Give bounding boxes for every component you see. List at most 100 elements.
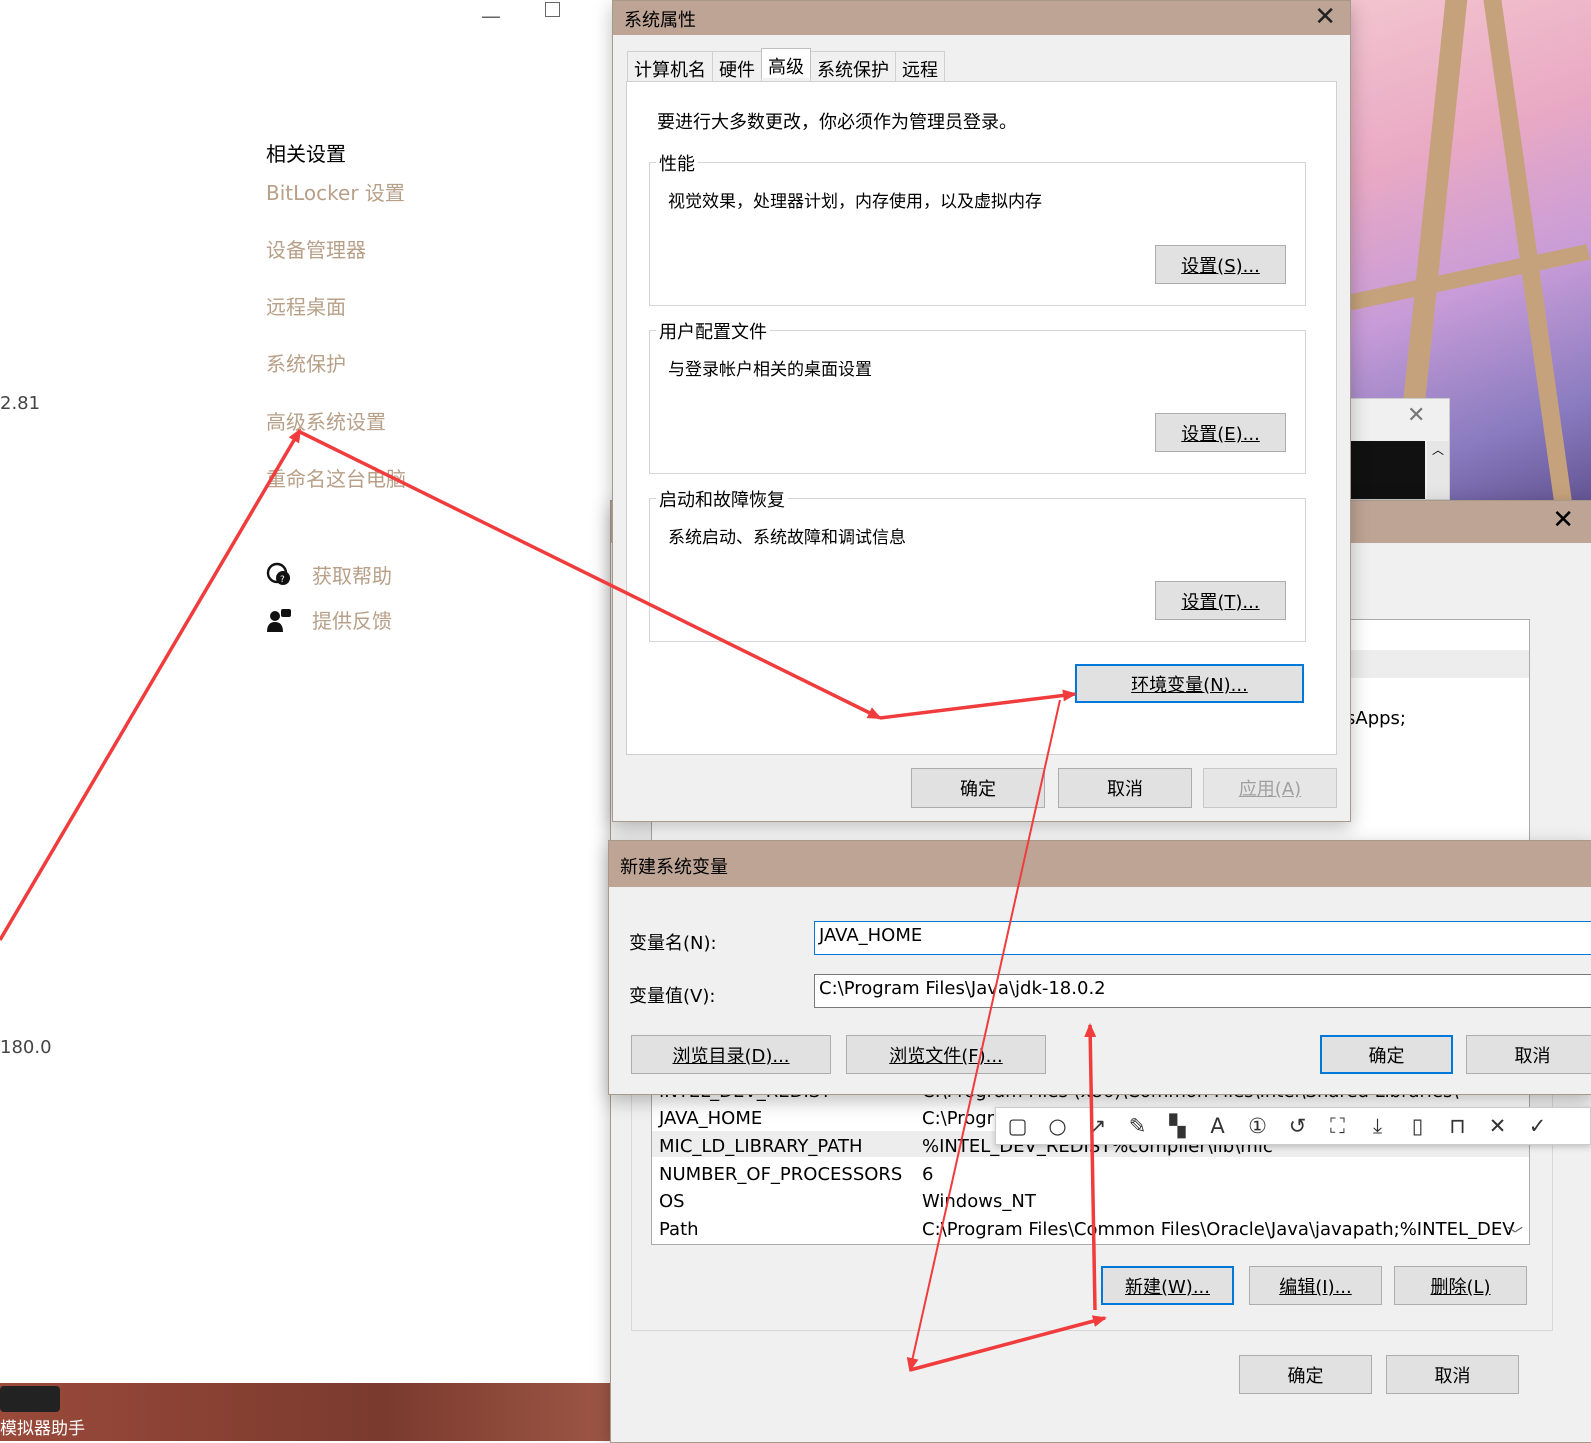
user-profiles-label: 用户配置文件 [656, 318, 770, 344]
advanced-system-settings-link[interactable]: 高级系统设置 [266, 406, 386, 435]
feedback-link[interactable]: 提供反馈 [266, 605, 392, 634]
env-cancel-button[interactable]: 取消 [1386, 1355, 1519, 1394]
system-properties-dialog: 系统属性 ✕ 计算机名 硬件 高级 系统保护 远程 要进行大多数更改，你必须作为… [612, 0, 1351, 822]
performance-group: 性能 视觉效果，处理器计划，内存使用，以及虚拟内存 设置(S)... [649, 150, 1306, 306]
edit-variable-button[interactable]: 编辑(I)... [1249, 1266, 1382, 1305]
app-icon[interactable] [0, 1386, 60, 1412]
environment-variables-button[interactable]: 环境变量(N)... [1075, 664, 1304, 703]
environment-variables-label: 环境变量(N)... [1131, 674, 1248, 696]
text-icon[interactable]: A [1204, 1114, 1231, 1138]
table-cell: C:\Progra [922, 1108, 1006, 1129]
tab-computer-name[interactable]: 计算机名 [627, 51, 713, 81]
edit-variable-label: 编辑(I)... [1279, 1276, 1352, 1298]
taskbar [0, 1383, 640, 1441]
browse-directory-button[interactable]: 浏览目录(D)... [631, 1035, 831, 1074]
side-value: 180.0 [0, 1037, 52, 1058]
background-window: ✕ ︿ [1340, 398, 1450, 500]
dialog-title: 系统属性 [624, 10, 696, 31]
variable-name-input[interactable]: JAVA_HOME [814, 921, 1591, 955]
apply-label: 应用(A) [1238, 779, 1302, 800]
dialog-body: 变量名(N): JAVA_HOME 变量值(V): C:\Program Fil… [609, 887, 1591, 1094]
undo-icon[interactable]: ↺ [1284, 1114, 1311, 1138]
new-var-cancel-button[interactable]: 取消 [1466, 1035, 1591, 1074]
startup-recovery-desc: 系统启动、系统故障和调试信息 [668, 528, 906, 548]
table-row[interactable]: MIC_LD_LIBRARY_PATH [659, 1136, 863, 1157]
variable-value-label: 变量值(V): [629, 986, 716, 1007]
cancel-button[interactable]: 取消 [1058, 768, 1192, 808]
bitlocker-link[interactable]: BitLocker 设置 [266, 177, 405, 206]
table-row[interactable]: NUMBER_OF_PROCESSORS [659, 1164, 902, 1185]
rectangle-icon[interactable]: ▢ [1004, 1114, 1031, 1138]
browse-file-label: 浏览文件(F)... [889, 1045, 1003, 1067]
download-icon[interactable]: ⤓ [1364, 1114, 1391, 1139]
close-icon[interactable]: ✕ [1552, 505, 1574, 535]
scroll-down-icon[interactable]: ﹀ [1507, 1221, 1523, 1244]
tab-system-protection[interactable]: 系统保护 [810, 51, 896, 81]
admin-note: 要进行大多数更改，你必须作为管理员登录。 [657, 112, 1017, 133]
startup-recovery-label: 启动和故障恢复 [656, 486, 788, 512]
tab-remote[interactable]: 远程 [895, 51, 945, 81]
new-var-ok-button[interactable]: 确定 [1320, 1035, 1453, 1074]
user-profiles-desc: 与登录帐户相关的桌面设置 [668, 360, 872, 380]
startup-recovery-settings-button[interactable]: 设置(T)... [1155, 581, 1286, 620]
tab-hardware[interactable]: 硬件 [712, 51, 762, 81]
pin-icon[interactable]: ▯ [1404, 1114, 1431, 1138]
env-ok-button[interactable]: 确定 [1239, 1355, 1372, 1394]
pen-icon[interactable]: ✎ [1124, 1114, 1151, 1138]
help-chat-icon: ? [266, 562, 290, 585]
list-value: sApps; [1346, 708, 1406, 729]
table-cell: 6 [922, 1164, 934, 1185]
system-variables-list[interactable]: INTEL_DEV_REDIST C:\Program Files (x86)\… [651, 1078, 1530, 1245]
rename-pc-link[interactable]: 重命名这台电脑 [266, 463, 406, 492]
console-area [1341, 441, 1425, 499]
svg-text:?: ? [280, 575, 285, 585]
table-row[interactable]: OS [659, 1191, 685, 1212]
delete-variable-label: 删除(L) [1430, 1276, 1491, 1298]
browse-file-button[interactable]: 浏览文件(F)... [846, 1035, 1046, 1074]
tab-strip: 计算机名 硬件 高级 系统保护 远程 [627, 48, 945, 81]
bookmark-icon[interactable]: ⊓ [1444, 1114, 1471, 1138]
number-icon[interactable]: ① [1244, 1114, 1271, 1138]
new-system-variable-dialog: 新建系统变量 变量名(N): JAVA_HOME 变量值(V): C:\Prog… [608, 840, 1591, 1095]
table-row[interactable]: JAVA_HOME [659, 1108, 762, 1129]
close-icon[interactable]: ✕ [1407, 403, 1425, 428]
scrollbar[interactable]: ︿ [1427, 441, 1449, 499]
related-settings-title: 相关设置 [266, 142, 346, 166]
device-manager-link[interactable]: 设备管理器 [266, 234, 366, 263]
delete-variable-button[interactable]: 删除(L) [1394, 1266, 1527, 1305]
get-help-label: 获取帮助 [312, 564, 392, 588]
variable-value-input[interactable]: C:\Program Files\Java\jdk-18.0.2 [814, 974, 1591, 1008]
taskbar-app-label[interactable]: 模拟器助手 [0, 1414, 85, 1439]
cancel-icon[interactable]: ✕ [1484, 1114, 1511, 1138]
circle-icon[interactable]: ○ [1044, 1114, 1071, 1138]
ocr-icon[interactable]: ⛶ [1324, 1114, 1351, 1139]
minimize-icon[interactable]: — [481, 4, 501, 28]
user-profiles-settings-button[interactable]: 设置(E)... [1155, 413, 1286, 452]
side-value: 2.81 [0, 393, 41, 414]
new-variable-label: 新建(W)... [1124, 1276, 1210, 1298]
feedback-person-icon [267, 608, 291, 632]
table-row[interactable]: Path [659, 1219, 699, 1240]
new-variable-button[interactable]: 新建(W)... [1101, 1266, 1234, 1305]
get-help-link[interactable]: ? 获取帮助 [266, 560, 392, 589]
apply-button[interactable]: 应用(A) [1203, 768, 1337, 808]
feedback-label: 提供反馈 [312, 609, 392, 633]
tab-advanced[interactable]: 高级 [761, 48, 811, 78]
close-icon[interactable]: ✕ [1314, 2, 1336, 32]
performance-settings-button[interactable]: 设置(S)... [1155, 245, 1286, 284]
snip-toolbar: ▢ ○ ↗ ✎ ▚ A ① ↺ ⛶ ⤓ ▯ ⊓ ✕ ✓ [995, 1107, 1591, 1145]
maximize-icon[interactable] [545, 2, 560, 17]
user-profiles-settings-label: 设置(E)... [1181, 423, 1260, 445]
annotation-arrow [0, 428, 302, 941]
table-cell: Windows_NT [922, 1191, 1036, 1212]
mosaic-icon[interactable]: ▚ [1164, 1114, 1191, 1138]
arrow-icon[interactable]: ↗ [1084, 1114, 1111, 1138]
ok-button[interactable]: 确定 [911, 768, 1045, 808]
remote-desktop-link[interactable]: 远程桌面 [266, 291, 346, 320]
variable-name-label: 变量名(N): [629, 933, 717, 954]
startup-recovery-settings-label: 设置(T)... [1181, 591, 1260, 613]
advanced-tab-panel: 要进行大多数更改，你必须作为管理员登录。 性能 视觉效果，处理器计划，内存使用，… [626, 81, 1337, 755]
user-profiles-group: 用户配置文件 与登录帐户相关的桌面设置 设置(E)... [649, 318, 1306, 474]
confirm-icon[interactable]: ✓ [1524, 1114, 1551, 1138]
system-protection-link[interactable]: 系统保护 [266, 348, 346, 377]
